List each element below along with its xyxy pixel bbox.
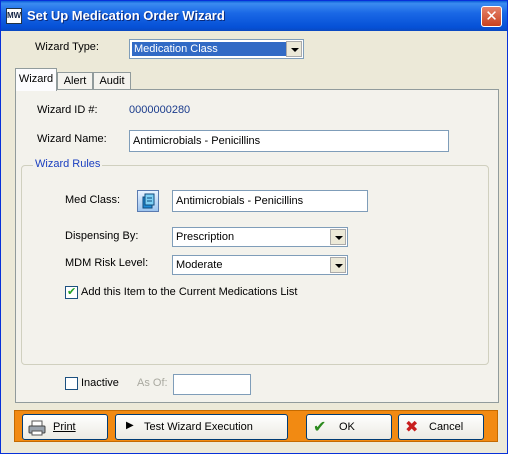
printer-icon [28,420,46,436]
test-wizard-button[interactable]: ▶ Test Wizard Execution [115,414,288,440]
as-of-label: As Of: [137,377,168,389]
window-title: Set Up Medication Order Wizard [27,8,225,23]
print-button[interactable]: Print [22,414,108,440]
x-icon: ✖ [405,419,419,436]
wizard-name-value: Antimicrobials - Penicillins [133,135,261,147]
ok-label: OK [339,421,355,433]
wizard-type-value: Medication Class [132,42,286,56]
wizard-rules-title: Wizard Rules [33,158,103,170]
app-icon: MW [6,8,22,24]
wizard-name-label: Wizard Name: [37,133,107,145]
wizard-name-field[interactable]: Antimicrobials - Penicillins [129,130,449,152]
add-current-meds-checkbox[interactable] [65,285,78,299]
title-bar[interactable]: MW Set Up Medication Order Wizard ✕ [1,1,507,31]
close-button[interactable]: ✕ [481,6,502,27]
checkmark-icon: ✔ [313,419,327,436]
play-icon: ▶ [126,420,134,431]
tab-wizard[interactable]: Wizard [15,68,57,91]
tab-alert[interactable]: Alert [57,72,93,90]
print-label: Print [53,421,76,433]
wizard-id-value: 0000000280 [129,104,191,116]
wizard-id-label: Wizard ID #: [37,104,98,116]
chevron-down-icon[interactable] [330,257,346,273]
wizard-type-select[interactable]: Medication Class [129,39,304,59]
button-bar: Print ▶ Test Wizard Execution ✔ OK ✖ Can… [14,410,498,442]
wizard-type-label: Wizard Type: [35,41,99,53]
close-icon: ✕ [485,8,498,25]
med-class-lookup-button[interactable] [137,190,159,212]
chevron-down-icon[interactable] [286,41,302,57]
risk-level-value: Moderate [176,259,223,271]
chevron-down-icon[interactable] [330,229,346,245]
inactive-checkbox[interactable] [65,377,78,390]
risk-level-select[interactable]: Moderate [172,255,348,275]
tab-audit[interactable]: Audit [93,72,131,90]
add-current-meds-label: Add this Item to the Current Medications… [81,286,298,298]
risk-level-label: MDM Risk Level: [65,257,149,269]
test-wizard-label: Test Wizard Execution [144,421,253,433]
dispensing-label: Dispensing By: [65,230,139,242]
wizard-window: MW Set Up Medication Order Wizard ✕ Wiza… [0,0,508,454]
dispensing-select[interactable]: Prescription [172,227,348,247]
dispensing-value: Prescription [176,231,235,243]
cancel-button[interactable]: ✖ Cancel [398,414,484,440]
as-of-field[interactable] [173,374,251,395]
lookup-icon [142,193,155,209]
med-class-field[interactable]: Antimicrobials - Penicillins [172,190,368,212]
inactive-label: Inactive [81,377,119,389]
med-class-value: Antimicrobials - Penicillins [176,195,304,207]
ok-button[interactable]: ✔ OK [306,414,392,440]
med-class-label: Med Class: [65,194,121,206]
cancel-label: Cancel [429,421,464,433]
